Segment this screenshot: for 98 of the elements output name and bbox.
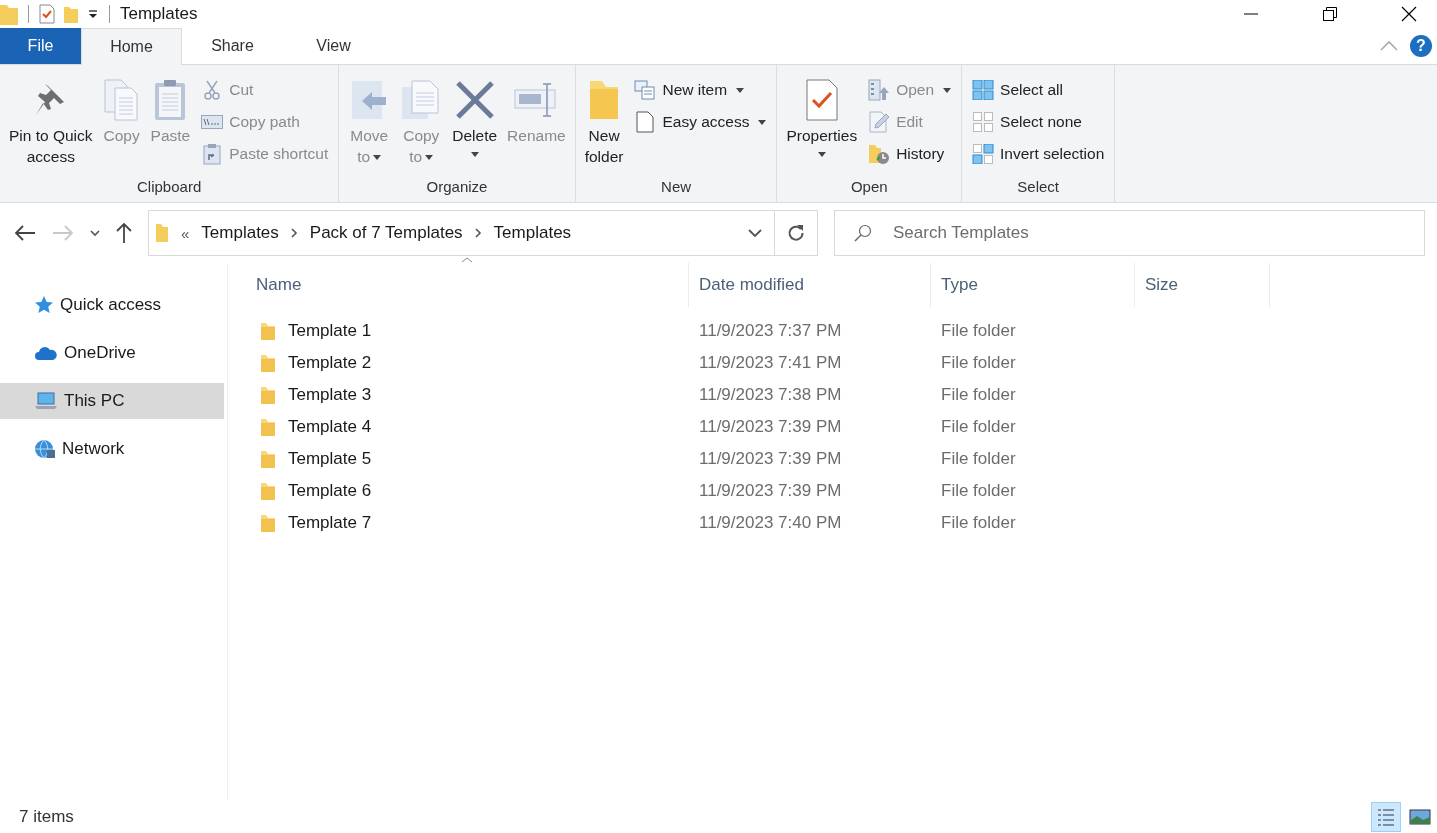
folder-icon: [260, 513, 276, 533]
ribbon-button[interactable]: New item: [630, 75, 771, 105]
file-name[interactable]: Template 4: [288, 417, 372, 437]
list-icon: [1376, 807, 1396, 827]
clipboard-icon: [153, 78, 188, 122]
invert-selection-icon: [972, 144, 995, 164]
group-label: Organize: [425, 178, 489, 197]
file-name[interactable]: Template 2: [288, 353, 372, 373]
documents-icon: [102, 78, 141, 122]
ribbon-button[interactable]: History: [864, 139, 956, 169]
open-icon: [868, 79, 891, 101]
restore-icon[interactable]: [1322, 6, 1338, 22]
cloud-icon: [34, 345, 58, 361]
breadcrumb[interactable]: Templates: [201, 223, 279, 243]
network-icon: [34, 439, 56, 459]
file-name[interactable]: Template 7: [288, 513, 372, 533]
folder-icon: [260, 449, 276, 469]
properties-icon[interactable]: [39, 4, 55, 24]
up-icon[interactable]: [116, 222, 132, 244]
type-cell: File folder: [941, 321, 1016, 341]
date-cell: 11/9/2023 7:38 PM: [699, 385, 842, 405]
group-label: New: [660, 178, 693, 197]
column-header[interactable]: Size: [1135, 263, 1270, 307]
folder-icon: [260, 385, 276, 405]
date-cell: 11/9/2023 7:37 PM: [699, 321, 842, 341]
chevron-right-icon[interactable]: [474, 228, 482, 238]
type-cell: File folder: [941, 513, 1016, 533]
file-tab[interactable]: File: [0, 28, 81, 64]
documents-icon: [634, 80, 657, 100]
date-cell: 11/9/2023 7:39 PM: [699, 417, 842, 437]
ribbon-button[interactable]: Select none: [968, 107, 1109, 137]
chevron-down-icon[interactable]: [90, 229, 100, 237]
column-header[interactable]: Type: [931, 263, 1135, 307]
file-name[interactable]: Template 1: [288, 321, 372, 341]
select-none-icon: [972, 112, 995, 132]
item-count: 7 items: [19, 807, 74, 827]
date-cell: 11/9/2023 7:40 PM: [699, 513, 842, 533]
ribbon-tab[interactable]: Home: [81, 28, 182, 65]
chevron-right-icon[interactable]: [290, 228, 298, 238]
type-cell: File folder: [941, 417, 1016, 437]
ribbon-button[interactable]: Properties: [783, 73, 861, 178]
search-icon: [854, 224, 872, 242]
file-name[interactable]: Template 3: [288, 385, 372, 405]
refresh-icon[interactable]: [787, 224, 805, 242]
close-icon[interactable]: [1401, 6, 1417, 22]
folder-icon: [260, 481, 276, 501]
delete-icon: [454, 80, 495, 120]
column-header[interactable]: Name: [256, 263, 689, 307]
clipboard-icon: [201, 143, 224, 165]
type-cell: File folder: [941, 353, 1016, 373]
type-cell: File folder: [941, 385, 1016, 405]
search-field[interactable]: Search Templates: [834, 210, 1425, 256]
type-cell: File folder: [941, 481, 1016, 501]
file-name[interactable]: Template 6: [288, 481, 372, 501]
ribbon-button[interactable]: Select all: [968, 75, 1109, 105]
folder-icon: [260, 353, 276, 373]
sidebar-item[interactable]: Network: [0, 431, 224, 467]
breadcrumb[interactable]: Pack of 7 Templates: [309, 223, 463, 243]
column-header[interactable]: Date modified: [689, 263, 931, 307]
folder-icon: [588, 79, 621, 121]
sidebar-item[interactable]: This PC: [0, 383, 224, 419]
breadcrumb[interactable]: Templates: [493, 223, 572, 243]
ribbon-button[interactable]: Delete: [449, 73, 501, 178]
overflow-marker[interactable]: «: [181, 224, 190, 242]
ribbon-button[interactable]: Easy access: [630, 107, 771, 137]
help-button[interactable]: ?: [1410, 35, 1432, 57]
folder-icon: [155, 223, 169, 243]
back-icon[interactable]: [14, 225, 36, 241]
folder-icon: [260, 321, 276, 341]
page-icon: [634, 111, 657, 133]
dropdown-icon[interactable]: [87, 8, 99, 20]
folder-icon: [0, 3, 18, 25]
group-label: Select: [1016, 178, 1061, 197]
path-icon: [201, 115, 224, 129]
date-cell: 11/9/2023 7:39 PM: [699, 481, 842, 501]
sidebar-item[interactable]: Quick access: [0, 287, 224, 323]
details-view-button[interactable]: [1371, 802, 1401, 832]
ribbon-button[interactable]: Pin to Quick access: [6, 73, 96, 178]
window-title: Templates: [120, 4, 198, 24]
date-cell: 11/9/2023 7:39 PM: [699, 449, 842, 469]
sidebar-item[interactable]: OneDrive: [0, 335, 224, 371]
date-cell: 11/9/2023 7:41 PM: [699, 353, 842, 373]
ribbon-button[interactable]: Invert selection: [968, 139, 1109, 169]
laptop-icon: [34, 392, 58, 410]
file-name[interactable]: Template 5: [288, 449, 372, 469]
group-label: Clipboard: [136, 178, 203, 197]
star-icon: [34, 295, 54, 315]
select-all-icon: [972, 80, 995, 100]
picture-icon: [1409, 808, 1431, 826]
folder-icon: [260, 417, 276, 437]
ribbon-button[interactable]: New folder: [581, 73, 627, 178]
properties-icon: [804, 78, 839, 122]
group-label: Open: [849, 178, 889, 197]
pencil-icon: [868, 111, 891, 133]
address-bar[interactable]: « Templates Pack of 7 Templates Templates: [148, 210, 818, 256]
history-icon: [868, 143, 891, 165]
type-cell: File folder: [941, 449, 1016, 469]
chevron-down-icon[interactable]: [748, 229, 762, 237]
